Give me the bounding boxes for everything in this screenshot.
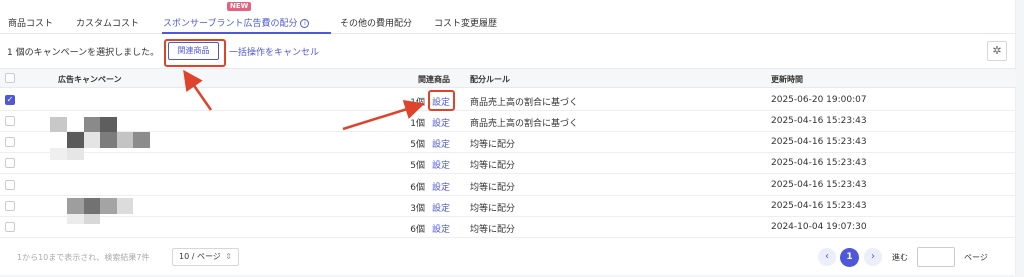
arrow-to-setting-link [342, 99, 425, 131]
arrow-to-related-button [183, 69, 213, 111]
annotation-arrows [183, 69, 425, 131]
